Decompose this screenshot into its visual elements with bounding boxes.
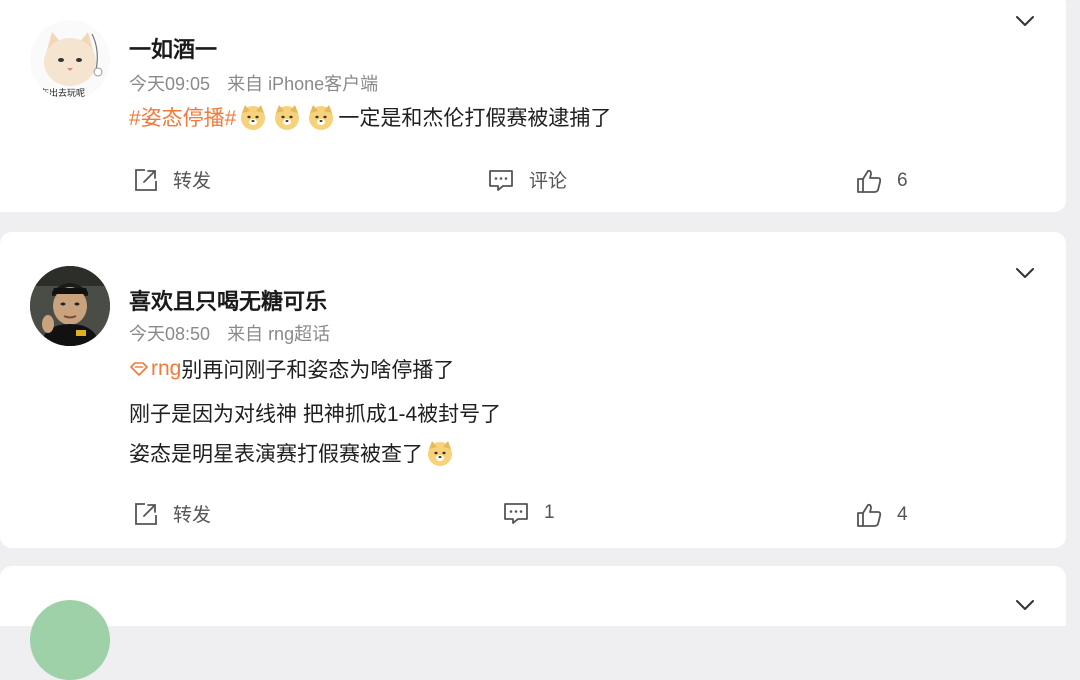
- post-card: [0, 566, 1066, 680]
- like-icon: [857, 169, 882, 193]
- super-topic-link[interactable]: rng: [129, 357, 181, 381]
- post-text: #姿态停播# 一定是和杰伦打假赛被逮捕了: [129, 102, 611, 132]
- post-card: 在出去玩呢 一如酒一 今天09:05 来自 iPhone客户端 #姿态停播# 一…: [0, 0, 1066, 212]
- avatar[interactable]: [30, 600, 110, 680]
- post-text-line: rng 别再问刚子和姿态为啥停播了: [129, 354, 454, 384]
- comment-icon: [489, 169, 513, 191]
- post-source[interactable]: 来自 iPhone客户端: [227, 74, 378, 94]
- repost-label: 转发: [173, 505, 212, 526]
- like-button[interactable]: 6: [855, 168, 908, 194]
- repost-label: 转发: [173, 171, 212, 192]
- avatar[interactable]: 在出去玩呢: [30, 20, 110, 100]
- post-text-line: 刚子是因为对线神 把神抓成1-4被封号了: [129, 398, 501, 428]
- chevron-down-icon[interactable]: [1014, 10, 1036, 32]
- like-icon: [857, 503, 882, 527]
- super-topic-icon: [130, 362, 148, 376]
- comment-icon: [504, 503, 528, 524]
- svg-text:在出去玩呢: 在出去玩呢: [40, 87, 85, 99]
- like-button[interactable]: 4: [855, 502, 908, 528]
- doge-emoji-icon: [309, 105, 334, 130]
- repost-button[interactable]: 转发: [133, 166, 211, 193]
- username[interactable]: 一如酒一: [129, 32, 217, 64]
- post-time[interactable]: 今天09:05: [129, 74, 210, 94]
- super-topic-label: rng: [151, 357, 182, 380]
- doge-emoji-icon: [275, 105, 300, 130]
- comment-button[interactable]: 1: [502, 500, 555, 526]
- post-text-line: 姿态是明星表演赛打假赛被查了: [129, 438, 457, 468]
- post-body-line: 姿态是明星表演赛打假赛被查了: [129, 443, 423, 466]
- post-meta: 今天08:50 来自 rng超话: [129, 320, 330, 346]
- post-body: 一定是和杰伦打假赛被逮捕了: [338, 107, 612, 130]
- chevron-down-icon[interactable]: [1014, 262, 1036, 284]
- avatar[interactable]: [30, 266, 110, 346]
- post-card: 喜欢且只喝无糖可乐 今天08:50 来自 rng超话 rng 别再问刚子和姿态为…: [0, 232, 1066, 548]
- repost-button[interactable]: 转发: [133, 500, 211, 527]
- repost-icon: [135, 502, 157, 525]
- repost-icon: [135, 168, 157, 191]
- comment-label: 评论: [529, 171, 568, 192]
- like-count: 6: [897, 170, 908, 191]
- post-body-line: 别再问刚子和姿态为啥停播了: [181, 359, 455, 382]
- comment-button[interactable]: 评论: [487, 166, 567, 193]
- hashtag-link[interactable]: #姿态停播#: [129, 102, 236, 132]
- post-meta: 今天09:05 来自 iPhone客户端: [129, 70, 378, 96]
- post-source[interactable]: 来自 rng超话: [227, 324, 330, 344]
- like-count: 4: [897, 504, 908, 525]
- post-time[interactable]: 今天08:50: [129, 324, 210, 344]
- comment-count: 1: [544, 502, 555, 523]
- chevron-down-icon[interactable]: [1014, 594, 1036, 616]
- doge-emoji-icon: [241, 105, 266, 130]
- doge-emoji-icon: [428, 441, 452, 466]
- username[interactable]: 喜欢且只喝无糖可乐: [129, 284, 327, 316]
- post-body-line: 刚子是因为对线神 把神抓成1-4被封号了: [129, 403, 502, 426]
